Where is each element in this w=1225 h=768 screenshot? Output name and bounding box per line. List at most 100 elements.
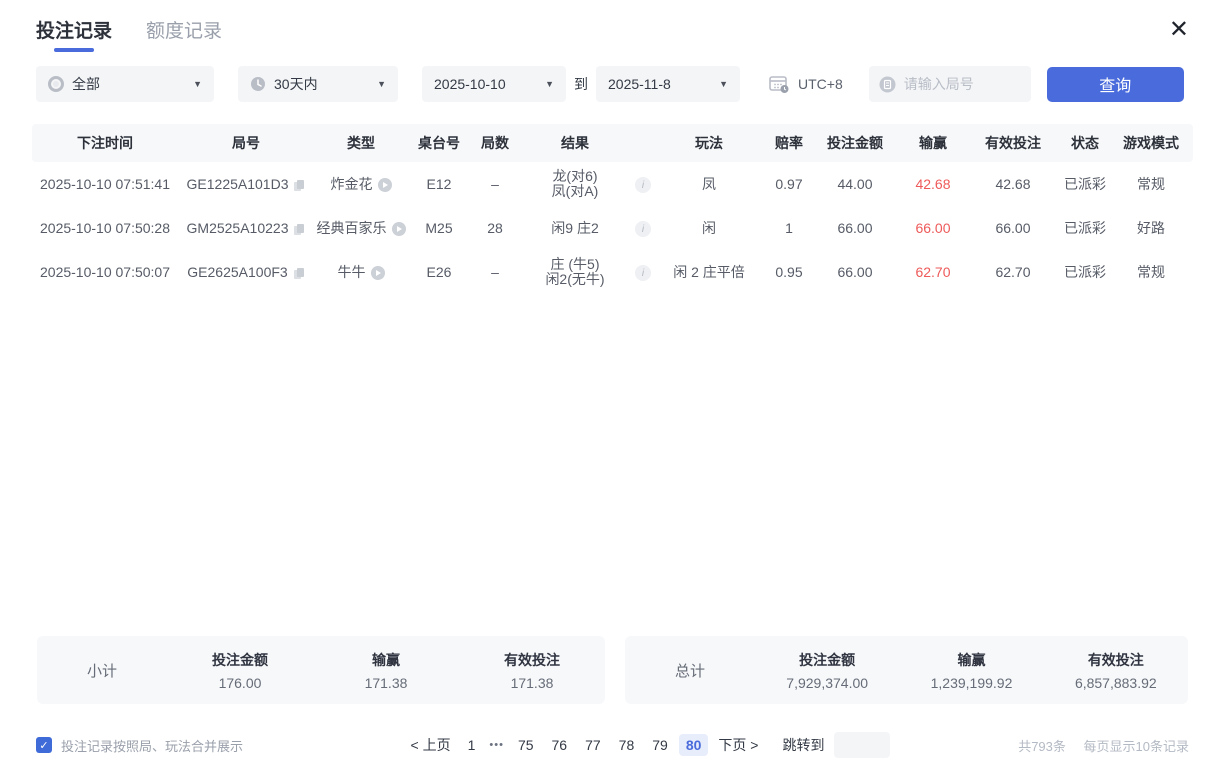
game-type-dropdown[interactable]: 全部 ▼ <box>36 66 214 102</box>
subtotal-bet: 投注金额 176.00 <box>167 650 313 691</box>
info-icon[interactable]: i <box>635 221 651 237</box>
jump-input[interactable] <box>834 732 890 758</box>
stat-value: 1,239,199.92 <box>899 675 1043 691</box>
stat-label: 有效投注 <box>1044 650 1188 670</box>
win-loss: 62.70 <box>894 264 972 280</box>
table-no: E26 <box>408 264 470 280</box>
chevron-down-icon: ▼ <box>367 79 386 89</box>
column-header-odds: 赔率 <box>762 133 816 153</box>
result-line1: 龙(对6) <box>520 169 630 184</box>
tab-betting-records[interactable]: 投注记录 <box>36 16 112 52</box>
win-loss: 66.00 <box>894 220 972 236</box>
time-range-value: 30天内 <box>274 74 318 94</box>
table-no: M25 <box>408 220 470 236</box>
stat-value: 7,929,374.00 <box>755 675 899 691</box>
page-button-1[interactable]: 1 <box>461 734 483 756</box>
table-header-row: 下注时间 局号 类型 桌台号 局数 结果 玩法 赔率 投注金额 输赢 有效投注 … <box>32 124 1193 162</box>
result-cell: 闲9 庄2 <box>520 221 630 236</box>
round-id: GE2625A100F3 <box>187 264 287 280</box>
subtotal-label: 小计 <box>37 660 167 681</box>
result-cell: 庄 (牛5) 闲2(无牛) <box>520 257 630 287</box>
round-id-search[interactable] <box>869 66 1031 102</box>
play-video-icon[interactable] <box>392 222 406 236</box>
copy-icon[interactable] <box>293 267 305 280</box>
tab-label: 额度记录 <box>146 21 222 42</box>
merge-display-option: ✓ 投注记录按照局、玩法合并展示 <box>36 736 366 755</box>
copy-icon[interactable] <box>293 223 305 236</box>
round-count: – <box>470 176 520 192</box>
betting-records-dialog: 投注记录 额度记录 ✕ 全部 ▼ 30天内 ▼ 2025-10-10 <box>0 0 1225 768</box>
tab-label: 投注记录 <box>36 21 112 42</box>
round-id-cell: GM2525A10223 <box>178 220 314 236</box>
result-line1: 闲9 庄2 <box>520 221 630 236</box>
bet-amount: 66.00 <box>816 264 894 280</box>
game-type-cell: 经典百家乐 <box>314 218 408 238</box>
table-body: 2025-10-10 07:51:41 GE1225A101D3 炸金花 E12… <box>32 162 1193 294</box>
game-type-cell: 牛牛 <box>314 262 408 282</box>
result-info-cell: i <box>630 219 656 238</box>
filter-bar: 全部 ▼ 30天内 ▼ 2025-10-10 ▼ 到 2025-11-8 ▼ U… <box>36 66 1189 102</box>
stat-label: 投注金额 <box>167 650 313 670</box>
game-type-value: 全部 <box>72 74 100 94</box>
win-loss: 42.68 <box>894 176 972 192</box>
play-video-icon[interactable] <box>378 178 392 192</box>
result-line2: 闲2(无牛) <box>520 272 630 287</box>
round-id: GE1225A101D3 <box>187 176 289 192</box>
merge-checkbox[interactable]: ✓ <box>36 737 52 753</box>
close-icon[interactable]: ✕ <box>1163 16 1195 44</box>
column-header-time: 下注时间 <box>32 133 178 153</box>
prev-page-button[interactable]: < 上页 <box>405 732 457 758</box>
subtotal-win: 输赢 171.38 <box>313 650 459 691</box>
date-range-separator: 到 <box>574 74 588 94</box>
page-button-79[interactable]: 79 <box>645 734 675 756</box>
column-header-play: 玩法 <box>656 133 762 153</box>
date-to-picker[interactable]: 2025-11-8 ▼ <box>596 66 740 102</box>
column-header-bet-amount: 投注金额 <box>816 133 894 153</box>
play-type: 闲 2 庄平倍 <box>656 262 762 282</box>
date-from-picker[interactable]: 2025-10-10 ▼ <box>422 66 566 102</box>
bet-time: 2025-10-10 07:50:07 <box>32 264 178 280</box>
column-header-game-mode: 游戏模式 <box>1116 133 1186 153</box>
tab-bar: 投注记录 额度记录 <box>36 16 222 52</box>
odds: 1 <box>762 220 816 236</box>
jump-to-page: 跳转到 <box>782 732 890 758</box>
page-button-77[interactable]: 77 <box>578 734 608 756</box>
valid-bet: 66.00 <box>972 220 1054 236</box>
result-cell: 龙(对6) 凤(对A) <box>520 169 630 199</box>
timezone-indicator: UTC+8 <box>768 74 843 94</box>
merge-checkbox-label: 投注记录按照局、玩法合并展示 <box>61 736 243 755</box>
info-icon[interactable]: i <box>635 265 651 281</box>
total-records: 共793条 <box>1018 739 1066 754</box>
time-range-dropdown[interactable]: 30天内 ▼ <box>238 66 398 102</box>
game-mode: 常规 <box>1116 262 1186 282</box>
calendar-clock-icon <box>768 74 790 94</box>
column-header-result: 结果 <box>520 133 630 153</box>
table-empty-space <box>0 294 1225 636</box>
column-header-round-id: 局号 <box>178 133 314 153</box>
column-header-valid-bet: 有效投注 <box>972 133 1054 153</box>
round-id: GM2525A10223 <box>187 220 289 236</box>
tab-quota-records[interactable]: 额度记录 <box>146 16 222 52</box>
query-button[interactable]: 查询 <box>1047 67 1184 102</box>
status: 已派彩 <box>1054 218 1116 238</box>
total-valid: 有效投注 6,857,883.92 <box>1044 650 1188 691</box>
round-id-cell: GE1225A101D3 <box>178 176 314 192</box>
search-input[interactable] <box>904 76 1014 92</box>
next-page-button[interactable]: 下页 > <box>712 732 764 758</box>
stat-label: 有效投注 <box>459 650 605 670</box>
page-button-78[interactable]: 78 <box>612 734 642 756</box>
game-type: 经典百家乐 <box>317 220 387 236</box>
page-button-76[interactable]: 76 <box>545 734 575 756</box>
info-icon[interactable]: i <box>635 177 651 193</box>
stat-label: 输赢 <box>313 650 459 670</box>
copy-icon[interactable] <box>293 179 305 192</box>
play-video-icon[interactable] <box>371 266 385 280</box>
total-bet: 投注金额 7,929,374.00 <box>755 650 899 691</box>
bet-time: 2025-10-10 07:51:41 <box>32 176 178 192</box>
result-line2: 凤(对A) <box>520 184 630 199</box>
page-button-75[interactable]: 75 <box>511 734 541 756</box>
subtotal-box: 小计 投注金额 176.00 输赢 171.38 有效投注 171.38 <box>37 636 605 704</box>
clock-icon <box>250 76 266 92</box>
column-header-win-loss: 输赢 <box>894 133 972 153</box>
page-button-80-active[interactable]: 80 <box>679 734 709 756</box>
